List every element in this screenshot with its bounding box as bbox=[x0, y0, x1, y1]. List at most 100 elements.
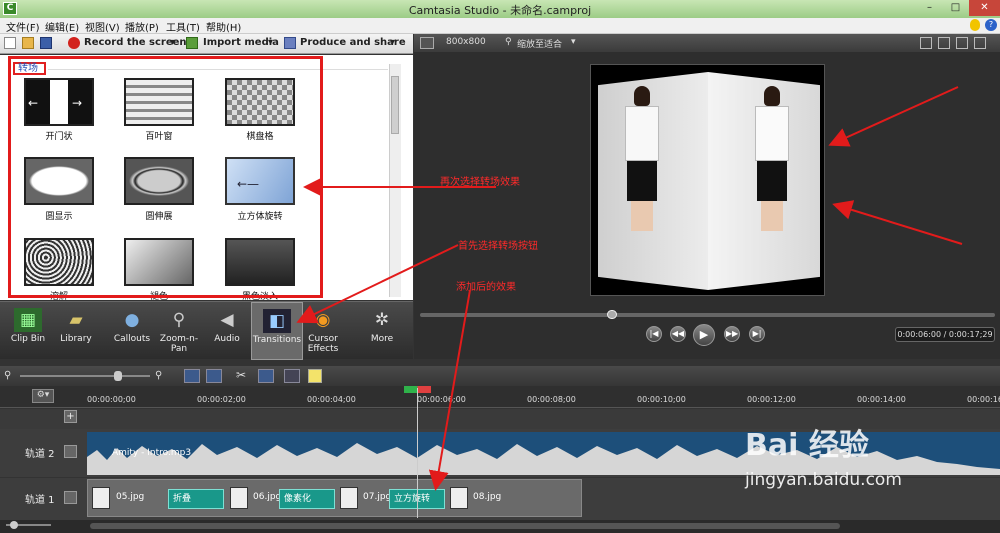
add-track-icon[interactable]: + bbox=[64, 410, 77, 423]
watermark-brand: Bai 经验 bbox=[745, 428, 869, 463]
gear-icon[interactable]: ⚙▾ bbox=[32, 389, 54, 403]
image-thumbnail bbox=[230, 487, 248, 509]
detach-icon[interactable] bbox=[956, 37, 968, 49]
tab-clip-bin[interactable]: ▦ Clip Bin bbox=[2, 302, 54, 360]
tab-cursor-effects[interactable]: ◉ Cursor Effects bbox=[297, 302, 349, 360]
zoom-dropdown[interactable]: 缩放至适合 bbox=[517, 37, 562, 50]
save-icon[interactable] bbox=[40, 37, 52, 49]
open-folder-icon[interactable] bbox=[22, 37, 34, 49]
chevron-down-icon[interactable]: ▾ bbox=[268, 37, 273, 48]
annotation-second-choice: 再次选择转场效果 bbox=[440, 177, 520, 188]
track-height-handle[interactable] bbox=[10, 521, 18, 529]
annotation-first-choice: 首先选择转场按钮 bbox=[458, 241, 538, 252]
task-tabs-bar: ▦ Clip Bin ▰ Library ● Callouts ⚲ Zoom-n-Pan… bbox=[0, 301, 413, 360]
menu-play[interactable]: 播放(P) bbox=[125, 19, 159, 34]
preview-seek-bar[interactable] bbox=[420, 313, 995, 317]
magnifier-icon: ⚲ bbox=[172, 310, 186, 330]
search-icon[interactable]: ⚲ bbox=[505, 37, 512, 47]
cursor-effects-icon: ◉ bbox=[315, 310, 331, 330]
timeline-ruler[interactable] bbox=[0, 386, 1000, 408]
fast-forward-icon[interactable]: ▶▶ bbox=[724, 326, 740, 342]
redo-icon[interactable] bbox=[206, 369, 222, 383]
tab-more[interactable]: ✲ More bbox=[356, 302, 408, 360]
cut-icon[interactable]: ✂ bbox=[236, 368, 246, 382]
lock-icon[interactable] bbox=[64, 491, 77, 504]
film-icon: ▦ bbox=[14, 308, 42, 332]
lock-icon[interactable] bbox=[64, 445, 77, 458]
menu-edit[interactable]: 编辑(E) bbox=[45, 19, 79, 34]
transition-clip[interactable]: 折叠 bbox=[168, 489, 224, 509]
tab-audio[interactable]: ◀ Audio bbox=[201, 302, 253, 360]
pan-hand-icon[interactable] bbox=[938, 37, 950, 49]
timeline-toolbar: ⚲ ⚲ ✂ bbox=[0, 366, 1000, 386]
minimize-button[interactable]: – bbox=[917, 0, 942, 16]
menu-help[interactable]: 帮助(H) bbox=[206, 19, 241, 34]
help-icon[interactable]: ? bbox=[985, 19, 997, 31]
ruler-tick: 00:00:02;00 bbox=[197, 395, 246, 404]
tab-transitions-task[interactable]: ◧ Transitions bbox=[251, 302, 303, 360]
menu-view[interactable]: 视图(V) bbox=[85, 19, 120, 34]
paste-icon[interactable] bbox=[308, 369, 322, 383]
ruler-tick: 00:00:14;00 bbox=[857, 395, 906, 404]
zoom-slider-handle[interactable] bbox=[114, 371, 122, 381]
person-image bbox=[620, 86, 664, 236]
annotation-highlight-box bbox=[8, 56, 323, 298]
tab-library[interactable]: ▰ Library bbox=[50, 302, 102, 360]
ruler-tick: 00:00:00;00 bbox=[87, 395, 136, 404]
crop-icon[interactable] bbox=[920, 37, 932, 49]
ruler-tick: 00:00:04;00 bbox=[307, 395, 356, 404]
play-icon[interactable]: ▶ bbox=[693, 324, 715, 346]
library-scroll-thumb[interactable] bbox=[391, 76, 399, 134]
close-button[interactable]: ✕ bbox=[969, 0, 1000, 16]
split-icon[interactable] bbox=[258, 369, 274, 383]
skip-back-icon[interactable]: |◀ bbox=[646, 326, 662, 342]
ruler-tick: 00:00:06;00 bbox=[417, 395, 466, 404]
maximize-button[interactable]: □ bbox=[943, 0, 968, 16]
camtasia-window: C Camtasia Studio - 未命名.camproj – □ ✕ 文件… bbox=[0, 0, 1000, 533]
canvas-size-dropdown[interactable]: 800x800 bbox=[446, 37, 486, 47]
ruler-tick: 00:00:12;00 bbox=[747, 395, 796, 404]
annotation-after-effect: 添加后的效果 bbox=[456, 282, 516, 293]
cube-face-left bbox=[598, 72, 708, 290]
tips-icon[interactable] bbox=[970, 19, 980, 31]
image-thumbnail bbox=[450, 487, 468, 509]
library-folder-icon: ▰ bbox=[69, 310, 83, 330]
fullscreen-icon[interactable] bbox=[974, 37, 986, 49]
tab-zoom-n-pan[interactable]: ⚲ Zoom-n-Pan bbox=[153, 302, 205, 360]
tab-callouts[interactable]: ● Callouts bbox=[106, 302, 158, 360]
horizontal-scroll-thumb[interactable] bbox=[90, 523, 840, 529]
speaker-icon: ◀ bbox=[220, 310, 234, 330]
canvas-size-icon[interactable] bbox=[420, 37, 434, 49]
menu-file[interactable]: 文件(F) bbox=[6, 19, 40, 34]
zoom-in-icon[interactable]: ⚲ bbox=[155, 370, 162, 381]
timecode-display: 0:00:06:00 / 0:00:17;29 bbox=[895, 327, 995, 342]
zoom-out-icon[interactable]: ⚲ bbox=[4, 370, 11, 381]
copy-icon[interactable] bbox=[284, 369, 300, 383]
preview-toolbar bbox=[414, 34, 1000, 52]
image-thumbnail bbox=[340, 487, 358, 509]
transition-clip[interactable]: 像素化 bbox=[279, 489, 335, 509]
chevron-down-icon[interactable]: ▾ bbox=[390, 37, 395, 48]
seek-handle[interactable] bbox=[607, 310, 617, 319]
timeline-zoom-slider[interactable] bbox=[20, 375, 150, 377]
timeline-scrollbar[interactable] bbox=[0, 520, 1000, 533]
image-thumbnail bbox=[92, 487, 110, 509]
skip-forward-icon[interactable]: ▶| bbox=[749, 326, 765, 342]
clip-name: 08.jpg bbox=[473, 492, 502, 502]
ruler-tick: 00:00:08;00 bbox=[527, 395, 576, 404]
chevron-down-icon[interactable]: ▾ bbox=[571, 37, 576, 47]
clip-name: 06.jpg bbox=[253, 492, 282, 502]
playhead-line[interactable] bbox=[417, 388, 418, 518]
rewind-icon[interactable]: ◀◀ bbox=[670, 326, 686, 342]
new-project-icon[interactable] bbox=[4, 37, 16, 49]
clip-name: 07.jpg bbox=[363, 492, 392, 502]
undo-icon[interactable] bbox=[184, 369, 200, 383]
more-icon: ✲ bbox=[374, 310, 390, 330]
cube-face-right bbox=[708, 72, 820, 290]
menu-tools[interactable]: 工具(T) bbox=[166, 19, 200, 34]
audio-clip-name: Amity - Intro.mp3 bbox=[112, 448, 192, 458]
ruler-tick: 00:00:16 bbox=[967, 395, 1000, 404]
chevron-down-icon[interactable]: ▾ bbox=[170, 37, 175, 48]
import-media-icon bbox=[186, 37, 198, 49]
main-toolbar: Record the screen ▾ Import media ▾ Produ… bbox=[0, 34, 413, 54]
